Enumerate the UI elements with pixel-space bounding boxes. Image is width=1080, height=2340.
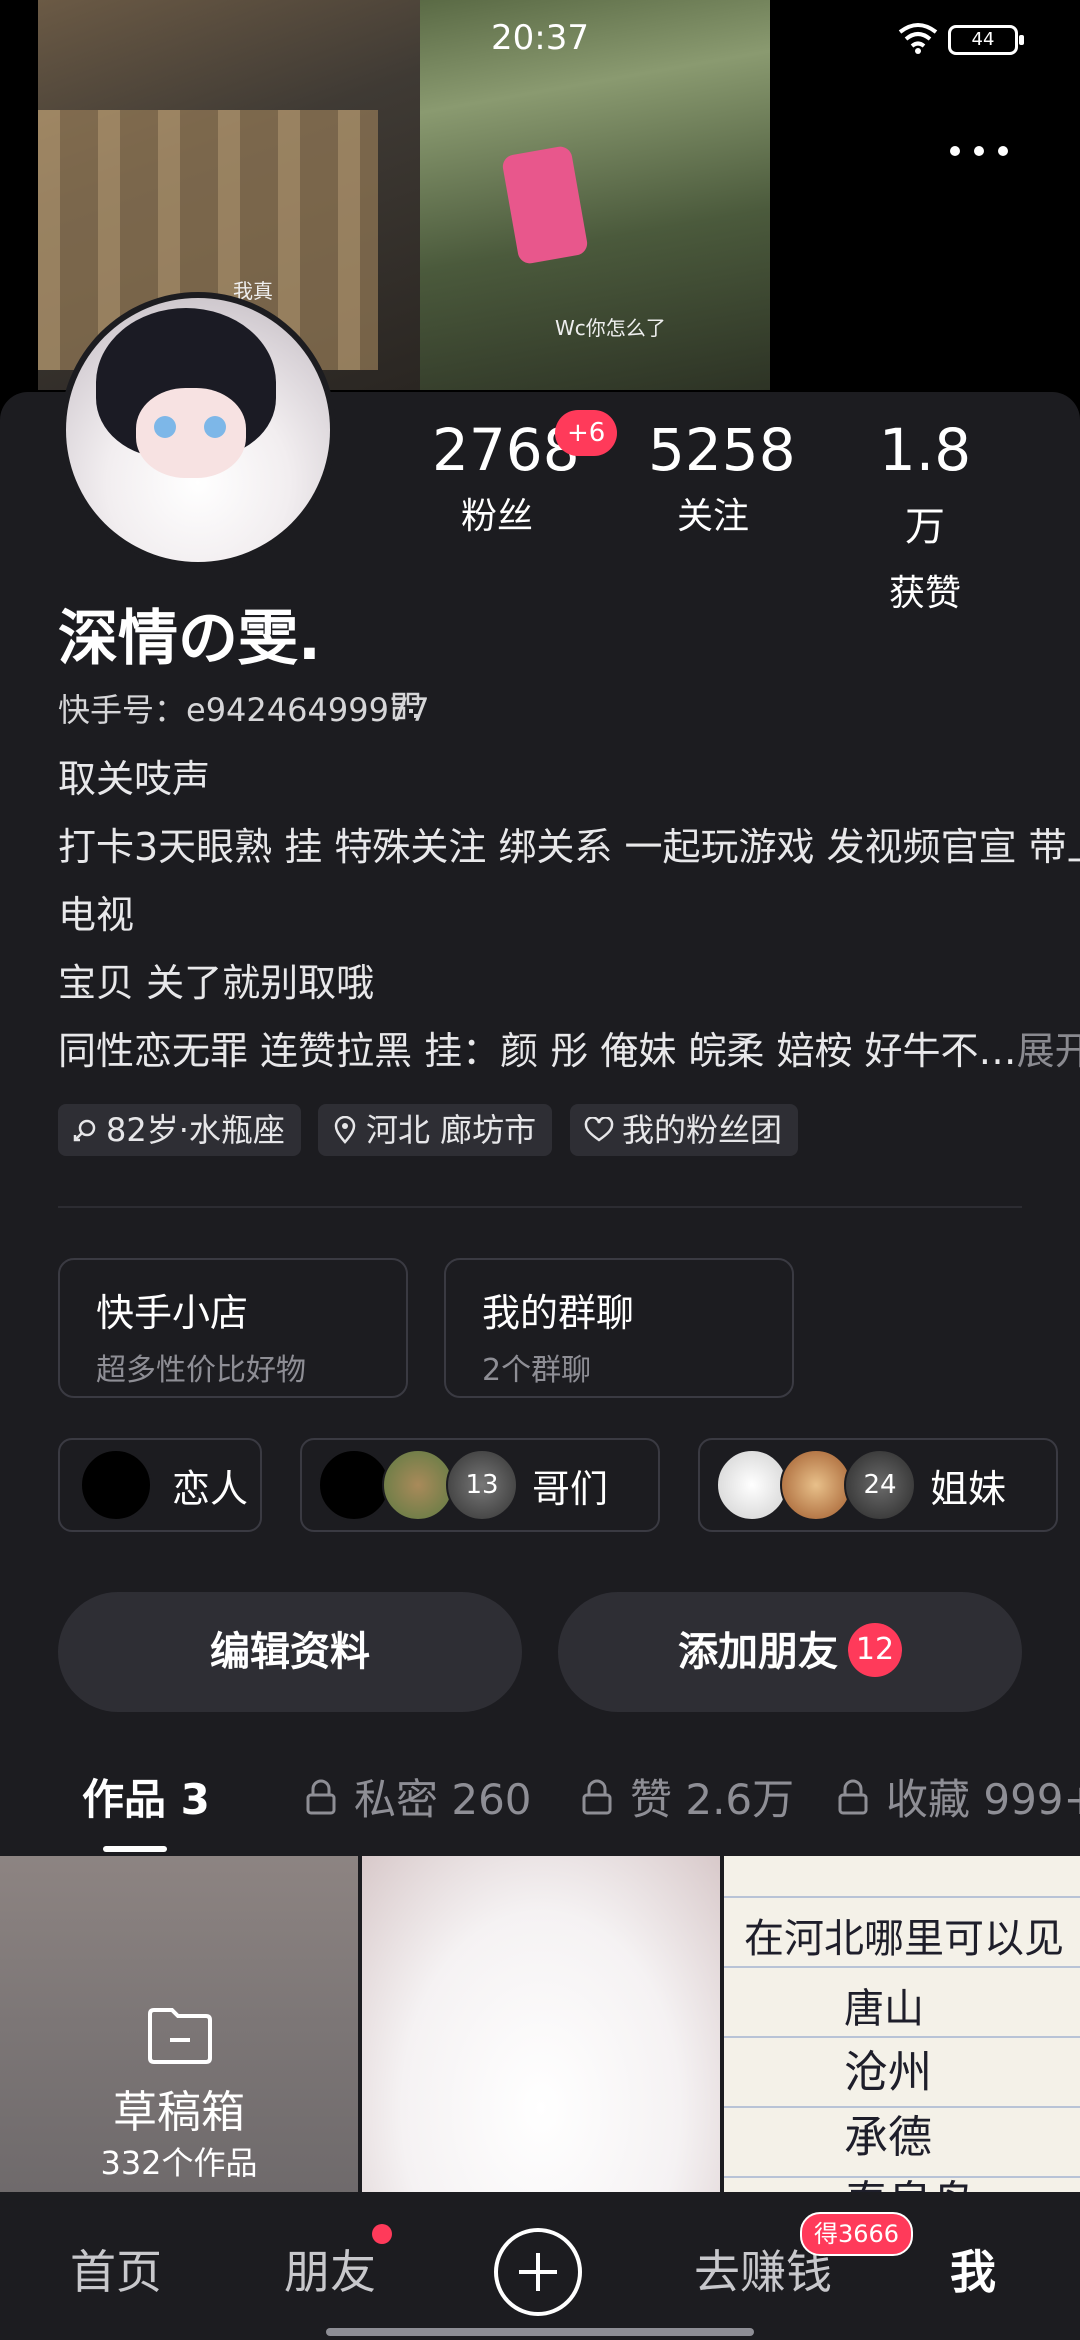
relation-sisters[interactable]: 24 姐妹 bbox=[698, 1438, 1058, 1532]
tab-private[interactable]: 私密 260 bbox=[304, 1766, 532, 1827]
following-label: 关注 bbox=[676, 496, 749, 537]
tab-label: 私密 260 bbox=[354, 1775, 532, 1824]
avatar-image bbox=[66, 298, 330, 562]
stat-following[interactable]: 5258 关注 bbox=[648, 415, 796, 539]
relation-avatar bbox=[382, 1449, 454, 1521]
divider bbox=[58, 1206, 1022, 1208]
lock-icon bbox=[582, 1779, 612, 1814]
relation-lover[interactable]: 恋人 bbox=[58, 1438, 262, 1532]
likes-count: 1.8 万 bbox=[860, 415, 990, 562]
add-friend-button[interactable]: 添加朋友 12 bbox=[558, 1592, 1022, 1712]
add-friend-badge: 12 bbox=[848, 1623, 902, 1677]
note-text: 承德 bbox=[844, 2112, 932, 2163]
folder-icon bbox=[148, 2008, 212, 2064]
likes-unit: 万 bbox=[905, 504, 945, 550]
add-friend-label: 添加朋友 bbox=[678, 1629, 838, 1675]
shop-card-subtitle: 超多性价比好物 bbox=[96, 1353, 306, 1388]
heart-icon bbox=[584, 1117, 614, 1142]
tag-label: 82岁·水瓶座 bbox=[106, 1111, 285, 1149]
tab-label: 收藏 999+ bbox=[886, 1775, 1080, 1824]
relation-avatar bbox=[780, 1449, 852, 1521]
note-text: 唐山 bbox=[844, 1986, 924, 2032]
group-chat-card[interactable]: 我的群聊 2个群聊 bbox=[444, 1258, 794, 1398]
drafts-title: 草稿箱 bbox=[113, 2087, 245, 2138]
bio-line-last: 同性恋无罪 连赞拉黑 挂：颜 彤 俺妹 皖柔 婄桉 好牛不…展开 bbox=[58, 1020, 1080, 1075]
group-chat-card-title: 我的群聊 bbox=[482, 1291, 635, 1335]
edit-profile-button[interactable]: 编辑资料 bbox=[58, 1592, 522, 1712]
relation-count-avatar: 13 bbox=[446, 1449, 518, 1521]
tag-fan-club[interactable]: 我的粉丝团 bbox=[570, 1104, 799, 1156]
home-indicator bbox=[326, 2328, 754, 2336]
stat-fans[interactable]: 2768 粉丝 bbox=[432, 415, 580, 539]
bio-line: 电视 bbox=[58, 893, 135, 937]
create-post-button[interactable] bbox=[494, 2228, 582, 2316]
cover-image-phone bbox=[500, 144, 590, 266]
tab-active-indicator bbox=[103, 1846, 167, 1852]
wifi-icon bbox=[898, 23, 938, 54]
relation-avatar bbox=[716, 1449, 788, 1521]
relation-label: 姐妹 bbox=[930, 1466, 1007, 1511]
group-chat-card-subtitle: 2个群聊 bbox=[482, 1353, 592, 1388]
more-options-icon[interactable] bbox=[950, 130, 1010, 170]
relation-count: 13 bbox=[465, 1470, 499, 1500]
edit-profile-label: 编辑资料 bbox=[210, 1629, 370, 1675]
lock-icon bbox=[306, 1779, 336, 1814]
avatar[interactable] bbox=[60, 292, 336, 568]
shop-card[interactable]: 快手小店 超多性价比好物 bbox=[58, 1258, 408, 1398]
tag-location[interactable]: 河北 廊坊市 bbox=[318, 1104, 553, 1156]
location-icon bbox=[334, 1116, 356, 1144]
bio-line: 宝贝 关了就别取哦 bbox=[58, 961, 375, 1005]
kuaishou-id[interactable]: 快手号：e94246499977 bbox=[58, 685, 430, 731]
likes-value: 1.8 bbox=[878, 416, 972, 484]
note-text: 沧州 bbox=[844, 2047, 932, 2098]
drafts-count: 332个作品 bbox=[100, 2144, 258, 2182]
tab-favorites[interactable]: 收藏 999+ bbox=[836, 1766, 1080, 1827]
likes-label: 获赞 bbox=[888, 573, 961, 614]
following-count: 5258 bbox=[648, 416, 796, 484]
battery-level: 44 bbox=[971, 29, 995, 50]
battery-icon: 44 bbox=[948, 25, 1024, 55]
fans-count: 2768 bbox=[432, 416, 580, 484]
tab-liked[interactable]: 赞 2.6万 bbox=[580, 1766, 794, 1827]
bio-line: 取关吱声 bbox=[58, 757, 211, 801]
gender-icon bbox=[73, 1119, 96, 1142]
fans-label: 粉丝 bbox=[460, 496, 533, 537]
bio-text: 同性恋无罪 连赞拉黑 挂：颜 彤 俺妹 皖柔 婄桉 好牛不… bbox=[58, 1029, 1017, 1073]
nav-me[interactable]: 我 bbox=[950, 2236, 996, 2302]
tag-label: 河北 廊坊市 bbox=[366, 1111, 537, 1149]
relation-avatar bbox=[318, 1449, 390, 1521]
relation-bros[interactable]: 13 哥们 bbox=[300, 1438, 660, 1532]
fans-new-badge: +6 bbox=[555, 410, 618, 456]
qr-code-icon[interactable] bbox=[392, 692, 420, 720]
relation-count-avatar: 24 bbox=[844, 1449, 916, 1521]
relation-count: 24 bbox=[863, 1470, 897, 1500]
bio-expand-link[interactable]: 展开 bbox=[1017, 1029, 1080, 1073]
stat-likes[interactable]: 1.8 万 获赞 bbox=[860, 415, 990, 616]
tab-label: 作品 3 bbox=[82, 1775, 210, 1824]
shop-card-title: 快手小店 bbox=[96, 1291, 249, 1335]
relation-avatar bbox=[80, 1449, 152, 1521]
tab-label: 赞 2.6万 bbox=[630, 1775, 795, 1824]
bio-line: 打卡3天眼熟 挂 特殊关注 绑关系 一起玩游戏 发视频官宣 带上 bbox=[58, 825, 1080, 869]
nav-friends-dot bbox=[372, 2224, 392, 2244]
cover-caption-right: Wc你怎么了 bbox=[555, 316, 666, 340]
earn-badge: 得3666 bbox=[800, 2212, 914, 2256]
bottom-nav: 首页 朋友 去赚钱 得3666 我 bbox=[0, 2192, 1080, 2340]
lock-icon bbox=[838, 1779, 868, 1814]
tag-age-zodiac[interactable]: 82岁·水瓶座 bbox=[58, 1104, 301, 1156]
nav-friends[interactable]: 朋友 bbox=[284, 2236, 376, 2302]
username: 深情の雯. bbox=[58, 604, 321, 674]
nav-home[interactable]: 首页 bbox=[70, 2236, 162, 2302]
tag-label: 我的粉丝团 bbox=[622, 1111, 783, 1149]
relation-label: 哥们 bbox=[532, 1466, 609, 1511]
tab-works[interactable]: 作品 3 bbox=[82, 1766, 210, 1827]
status-bar: 20:37 44 bbox=[0, 0, 1080, 75]
note-text: 在河北哪里可以见 bbox=[744, 1916, 1064, 1962]
relation-label: 恋人 bbox=[172, 1466, 249, 1511]
